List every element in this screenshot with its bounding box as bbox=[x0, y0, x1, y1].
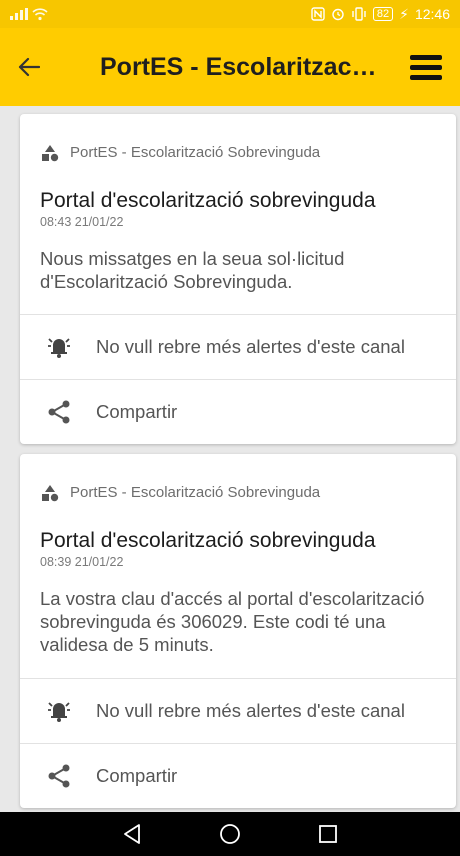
system-nav-bar bbox=[0, 812, 460, 856]
back-triangle-icon[interactable] bbox=[119, 821, 145, 847]
mute-channel-label: No vull rebre més alertes d'este canal bbox=[96, 700, 405, 721]
battery-icon: 82 bbox=[372, 7, 394, 21]
app-bar: PortES - Escolarització... bbox=[0, 28, 460, 106]
status-time: 12:46 bbox=[414, 6, 450, 22]
page-title: PortES - Escolarització... bbox=[100, 52, 380, 81]
bell-off-icon bbox=[42, 330, 76, 364]
notification-body: Nous missatges en la seua sol·licitud d'… bbox=[40, 248, 345, 292]
vibrate-icon bbox=[352, 7, 366, 21]
notification-card: PortES - Escolarització Sobrevinguda Por… bbox=[20, 454, 456, 808]
share-label: Compartir bbox=[96, 765, 178, 786]
card-header: PortES - Escolarització Sobrevinguda bbox=[20, 114, 456, 166]
notification-timestamp: 08:43 21/01/22 bbox=[40, 215, 124, 229]
card-header: PortES - Escolarització Sobrevinguda bbox=[20, 454, 456, 506]
mute-channel-button[interactable]: No vull rebre més alertes d'este canal bbox=[20, 678, 456, 743]
notification-source: PortES - Escolarització Sobrevinguda bbox=[70, 484, 321, 501]
notification-list: PortES - Escolarització Sobrevinguda Por… bbox=[0, 106, 460, 812]
notification-source: PortES - Escolarització Sobrevinguda bbox=[70, 144, 321, 161]
status-left-group bbox=[10, 7, 48, 21]
wifi-icon bbox=[32, 8, 48, 21]
mute-channel-button[interactable]: No vull rebre més alertes d'este canal bbox=[20, 314, 456, 379]
notification-timestamp: 08:39 21/01/22 bbox=[40, 555, 124, 569]
notification-title: Portal d'escolarització sobrevinguda bbox=[40, 189, 376, 212]
share-label: Compartir bbox=[96, 401, 178, 422]
notification-card: PortES - Escolarització Sobrevinguda Por… bbox=[20, 114, 456, 444]
app-shapes-icon bbox=[42, 144, 59, 161]
notification-body: La vostra clau d'accés al portal d'escol… bbox=[40, 588, 425, 655]
status-right-group: 82 ⚡ 12:46 bbox=[311, 6, 450, 23]
status-bar: 82 ⚡ 12:46 bbox=[0, 0, 460, 28]
alarm-icon bbox=[332, 8, 344, 21]
card-actions: No vull rebre més alertes d'este canal C… bbox=[20, 314, 456, 444]
charging-icon: ⚡ bbox=[399, 5, 409, 22]
recents-square-icon[interactable] bbox=[315, 821, 341, 847]
share-icon bbox=[42, 759, 76, 793]
nfc-icon bbox=[311, 7, 325, 21]
card-actions: No vull rebre més alertes d'este canal C… bbox=[20, 678, 456, 808]
notification-title: Portal d'escolarització sobrevinguda bbox=[40, 529, 376, 552]
share-icon bbox=[42, 395, 76, 429]
signal-icon bbox=[10, 8, 28, 20]
share-button[interactable]: Compartir bbox=[20, 379, 456, 444]
back-button[interactable] bbox=[18, 47, 58, 87]
bell-off-icon bbox=[42, 694, 76, 728]
hamburger-menu-icon[interactable] bbox=[410, 51, 442, 83]
share-button[interactable]: Compartir bbox=[20, 743, 456, 808]
app-shapes-icon bbox=[42, 484, 59, 501]
home-circle-icon[interactable] bbox=[217, 821, 243, 847]
mute-channel-label: No vull rebre més alertes d'este canal bbox=[96, 336, 405, 357]
back-arrow-icon bbox=[18, 57, 40, 77]
